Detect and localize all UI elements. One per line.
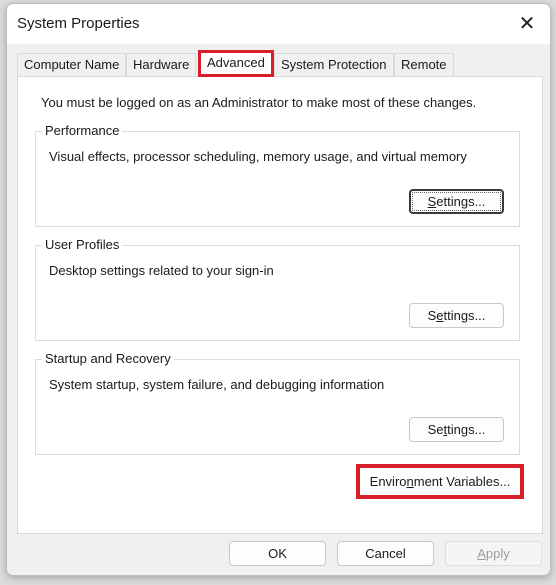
performance-group: Performance Visual effects, processor sc…: [35, 123, 520, 227]
group-description: Desktop settings related to your sign-in: [49, 263, 274, 278]
startup-recovery-group: Startup and Recovery System startup, sys…: [35, 351, 520, 455]
apply-button[interactable]: Apply: [445, 541, 542, 566]
advanced-tab-panel: You must be logged on as an Administrato…: [17, 76, 543, 534]
group-label: Performance: [42, 123, 123, 138]
group-label: Startup and Recovery: [42, 351, 174, 366]
system-properties-dialog: System Properties ✕ Computer Name Hardwa…: [6, 3, 551, 576]
startup-recovery-settings-button[interactable]: Settings...: [409, 417, 504, 442]
tab-hardware[interactable]: Hardware: [126, 53, 197, 76]
cancel-button[interactable]: Cancel: [337, 541, 434, 566]
group-description: System startup, system failure, and debu…: [49, 377, 385, 392]
admin-note: You must be logged on as an Administrato…: [41, 95, 477, 110]
user-profiles-settings-button[interactable]: Settings...: [409, 303, 504, 328]
environment-variables-button[interactable]: Environment Variables...: [356, 464, 524, 499]
user-profiles-group: User Profiles Desktop settings related t…: [35, 237, 520, 341]
ok-button[interactable]: OK: [229, 541, 326, 566]
tab-system-protection[interactable]: System Protection: [274, 53, 394, 76]
close-icon[interactable]: ✕: [514, 11, 540, 37]
tab-advanced[interactable]: Advanced: [198, 50, 274, 77]
group-description: Visual effects, processor scheduling, me…: [49, 149, 467, 164]
tab-remote[interactable]: Remote: [394, 53, 454, 76]
performance-settings-button[interactable]: Settings...: [409, 189, 504, 214]
title-bar: System Properties ✕: [7, 4, 550, 44]
group-label: User Profiles: [42, 237, 123, 252]
tab-computer-name[interactable]: Computer Name: [17, 53, 127, 76]
window-title: System Properties: [17, 15, 140, 32]
